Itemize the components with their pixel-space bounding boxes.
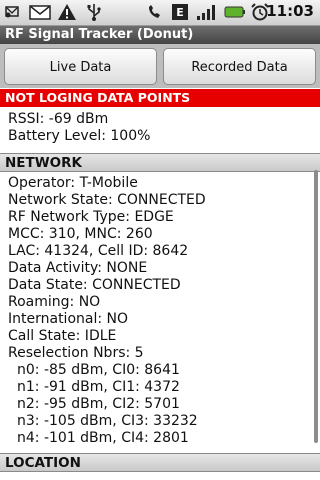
signal-bars-icon bbox=[197, 5, 215, 20]
gmail-icon bbox=[29, 5, 51, 20]
warning-icon bbox=[58, 4, 76, 20]
data-state-text: Data State: CONNECTED bbox=[8, 277, 181, 293]
network-state-text: Network State: CONNECTED bbox=[8, 192, 206, 208]
usb-icon bbox=[87, 4, 101, 21]
battery-level-text: Battery Level: 100% bbox=[8, 128, 151, 144]
international-text: International: NO bbox=[8, 311, 129, 327]
logging-alert: NOT LOGING DATA POINTS bbox=[0, 89, 320, 107]
call-state-text: Call State: IDLE bbox=[8, 328, 117, 344]
lac-cell-text: LAC: 41324, Cell ID: 8642 bbox=[8, 243, 189, 259]
network-type-text: RF Network Type: EDGE bbox=[8, 209, 174, 225]
clock: 11:03 bbox=[266, 2, 314, 20]
section-header-location: LOCATION bbox=[0, 453, 320, 472]
battery-icon bbox=[224, 6, 245, 18]
rssi-text: RSSI: -69 dBm bbox=[8, 111, 109, 127]
button-bar: Live Data Recorded Data bbox=[0, 44, 320, 88]
edge-signal-icon: E bbox=[172, 4, 188, 20]
neighbor-row: n2: -95 dBm, CI2: 5701 bbox=[17, 396, 180, 412]
reselection-nbrs-text: Reselection Nbrs: 5 bbox=[8, 345, 144, 361]
mcc-mnc-text: MCC: 310, MNC: 260 bbox=[8, 226, 153, 242]
app-title: RF Signal Tracker (Donut) bbox=[0, 26, 320, 44]
scrollbar[interactable] bbox=[314, 170, 318, 443]
details-scroll-area[interactable]: RSSI: -69 dBm Battery Level: 100% NETWOR… bbox=[0, 107, 320, 480]
section-header-network: NETWORK bbox=[0, 153, 320, 172]
neighbor-row: n0: -85 dBm, CI0: 8641 bbox=[17, 362, 180, 378]
data-activity-text: Data Activity: NONE bbox=[8, 260, 148, 276]
neighbor-row: n4: -101 dBm, CI4: 2801 bbox=[17, 430, 189, 446]
neighbor-row: n1: -91 dBm, CI1: 4372 bbox=[17, 379, 180, 395]
neighbor-row: n3: -105 dBm, CI3: 33232 bbox=[17, 413, 198, 429]
usb-debug-icon bbox=[5, 6, 19, 18]
roaming-text: Roaming: NO bbox=[8, 294, 101, 310]
operator-text: Operator: T-Mobile bbox=[8, 175, 138, 191]
live-data-button[interactable]: Live Data bbox=[4, 48, 157, 85]
recorded-data-button[interactable]: Recorded Data bbox=[163, 48, 316, 85]
missed-call-icon bbox=[149, 5, 160, 18]
svg-text:E: E bbox=[176, 6, 184, 19]
status-bar: E 11:03 bbox=[0, 0, 320, 26]
